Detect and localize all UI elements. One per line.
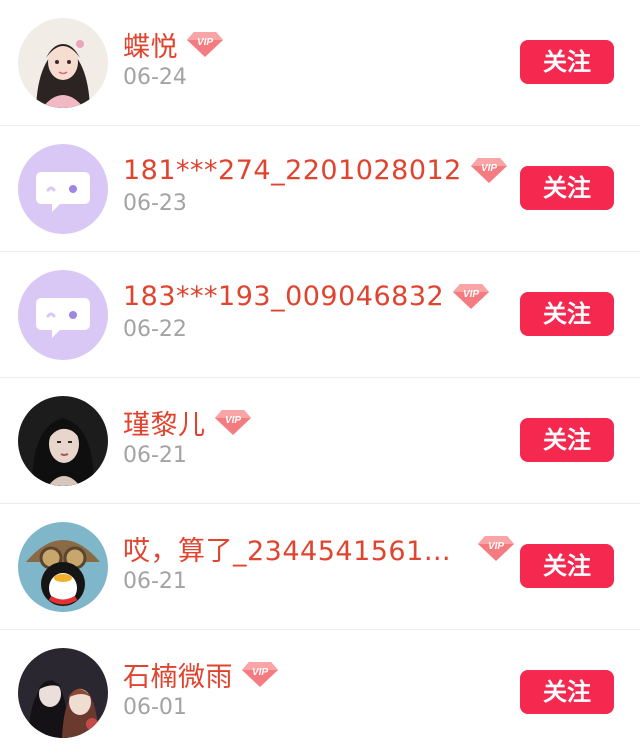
vip-label: VIP (463, 289, 479, 300)
vip-diamond-icon: VIP (452, 282, 490, 310)
avatar[interactable] (18, 396, 108, 486)
list-item[interactable]: 瑾黎儿 VIP 06-21 关注 (0, 378, 640, 504)
list-item[interactable]: 石楠微雨 VIP 06-01 关注 (0, 630, 640, 754)
name-line: 哎，算了_2344541561… VIP (123, 528, 515, 568)
follow-button[interactable]: 关注 (520, 544, 614, 588)
avatar[interactable] (18, 144, 108, 234)
name-line: 瑾黎儿 VIP (123, 402, 252, 442)
avatar[interactable] (18, 648, 108, 738)
vip-diamond-icon: VIP (186, 30, 224, 58)
follow-date: 06-01 (123, 695, 187, 720)
follow-button[interactable]: 关注 (520, 418, 614, 462)
follow-button[interactable]: 关注 (520, 292, 614, 336)
list-item[interactable]: 183***193_009046832 VIP 06-22 关注 (0, 252, 640, 378)
avatar[interactable] (18, 522, 108, 612)
name-line: 蝶悦 VIP (123, 24, 224, 64)
username[interactable]: 181***274_2201028012 (123, 155, 462, 186)
avatar[interactable] (18, 270, 108, 360)
vip-diamond-icon: VIP (477, 534, 515, 562)
vip-label: VIP (481, 163, 497, 174)
vip-label: VIP (197, 37, 213, 48)
name-line: 181***274_2201028012 VIP (123, 150, 508, 190)
vip-diamond-icon: VIP (214, 408, 252, 436)
following-list: 蝶悦 VIP 06-24 关注 181***274_2201028012 VIP… (0, 0, 640, 754)
name-line: 石楠微雨 VIP (123, 654, 279, 694)
vip-label: VIP (252, 667, 268, 678)
follow-button[interactable]: 关注 (520, 166, 614, 210)
vip-label: VIP (488, 541, 504, 552)
username[interactable]: 哎，算了_2344541561… (123, 529, 451, 568)
follow-date: 06-22 (123, 317, 187, 342)
follow-date: 06-24 (123, 65, 187, 90)
follow-button[interactable]: 关注 (520, 40, 614, 84)
username[interactable]: 瑾黎儿 (123, 403, 206, 442)
username[interactable]: 石楠微雨 (123, 655, 233, 694)
follow-button[interactable]: 关注 (520, 670, 614, 714)
username[interactable]: 蝶悦 (123, 25, 178, 64)
follow-date: 06-23 (123, 191, 187, 216)
list-item[interactable]: 哎，算了_2344541561… VIP 06-21 关注 (0, 504, 640, 630)
vip-diamond-icon: VIP (241, 660, 279, 688)
vip-diamond-icon: VIP (470, 156, 508, 184)
name-line: 183***193_009046832 VIP (123, 276, 490, 316)
username[interactable]: 183***193_009046832 (123, 281, 444, 312)
vip-label: VIP (224, 415, 240, 426)
follow-date: 06-21 (123, 569, 187, 594)
list-item[interactable]: 蝶悦 VIP 06-24 关注 (0, 0, 640, 126)
follow-date: 06-21 (123, 443, 187, 468)
avatar[interactable] (18, 18, 108, 108)
list-item[interactable]: 181***274_2201028012 VIP 06-23 关注 (0, 126, 640, 252)
